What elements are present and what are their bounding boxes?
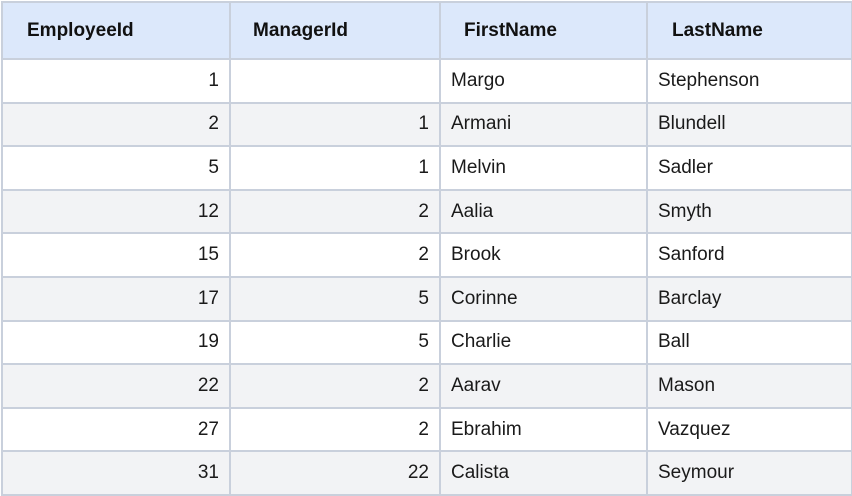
table-row[interactable]: 12 2 Aalia Smyth	[1, 188, 852, 235]
cell-manager-id: 2	[229, 363, 441, 409]
cell-employee-id: 19	[1, 319, 231, 366]
cell-last-name: Barclay	[646, 275, 852, 322]
cell-last-name: Smyth	[646, 188, 852, 235]
cell-first-name: Corinne	[439, 275, 648, 322]
cell-manager-id: 5	[229, 275, 441, 322]
employees-table-container: EmployeeId ManagerId FirstName LastName …	[1, 1, 852, 496]
cell-manager-id: 2	[229, 232, 441, 278]
cell-first-name: Margo	[439, 58, 648, 104]
cell-last-name: Mason	[646, 363, 852, 409]
table-header-row: EmployeeId ManagerId FirstName LastName	[1, 1, 852, 60]
cell-employee-id: 1	[1, 58, 231, 104]
cell-employee-id: 27	[1, 406, 231, 453]
cell-last-name: Sanford	[646, 232, 852, 278]
cell-first-name: Brook	[439, 232, 648, 278]
cell-first-name: Melvin	[439, 145, 648, 191]
cell-manager-id: 22	[229, 450, 441, 496]
column-header-last-name[interactable]: LastName	[646, 1, 852, 60]
table-row[interactable]: 27 2 Ebrahim Vazquez	[1, 406, 852, 453]
cell-manager-id: 1	[229, 145, 441, 191]
cell-employee-id: 31	[1, 450, 231, 496]
cell-employee-id: 15	[1, 232, 231, 278]
cell-employee-id: 22	[1, 363, 231, 409]
table-row[interactable]: 19 5 Charlie Ball	[1, 319, 852, 366]
cell-manager-id: 2	[229, 188, 441, 235]
cell-last-name: Stephenson	[646, 58, 852, 104]
table-row[interactable]: 17 5 Corinne Barclay	[1, 275, 852, 322]
table-row[interactable]: 15 2 Brook Sanford	[1, 232, 852, 278]
cell-first-name: Ebrahim	[439, 406, 648, 453]
column-header-first-name[interactable]: FirstName	[439, 1, 648, 60]
cell-first-name: Calista	[439, 450, 648, 496]
cell-first-name: Armani	[439, 101, 648, 148]
cell-employee-id: 17	[1, 275, 231, 322]
table-row[interactable]: 1 Margo Stephenson	[1, 58, 852, 104]
table-row[interactable]: 22 2 Aarav Mason	[1, 363, 852, 409]
cell-last-name: Sadler	[646, 145, 852, 191]
cell-employee-id: 2	[1, 101, 231, 148]
table-row[interactable]: 31 22 Calista Seymour	[1, 450, 852, 496]
cell-last-name: Seymour	[646, 450, 852, 496]
cell-first-name: Aarav	[439, 363, 648, 409]
cell-last-name: Ball	[646, 319, 852, 366]
cell-manager-id: 1	[229, 101, 441, 148]
cell-manager-id	[229, 58, 441, 104]
cell-employee-id: 12	[1, 188, 231, 235]
cell-first-name: Aalia	[439, 188, 648, 235]
table-row[interactable]: 5 1 Melvin Sadler	[1, 145, 852, 191]
employees-table: EmployeeId ManagerId FirstName LastName …	[1, 1, 852, 496]
cell-manager-id: 5	[229, 319, 441, 366]
cell-manager-id: 2	[229, 406, 441, 453]
cell-last-name: Blundell	[646, 101, 852, 148]
table-body: 1 Margo Stephenson 2 1 Armani Blundell 5 1 Melvin…	[1, 58, 852, 496]
table-row[interactable]: 2 1 Armani Blundell	[1, 101, 852, 148]
column-header-manager-id[interactable]: ManagerId	[229, 1, 441, 60]
column-header-employee-id[interactable]: EmployeeId	[1, 1, 231, 60]
cell-last-name: Vazquez	[646, 406, 852, 453]
cell-first-name: Charlie	[439, 319, 648, 366]
cell-employee-id: 5	[1, 145, 231, 191]
